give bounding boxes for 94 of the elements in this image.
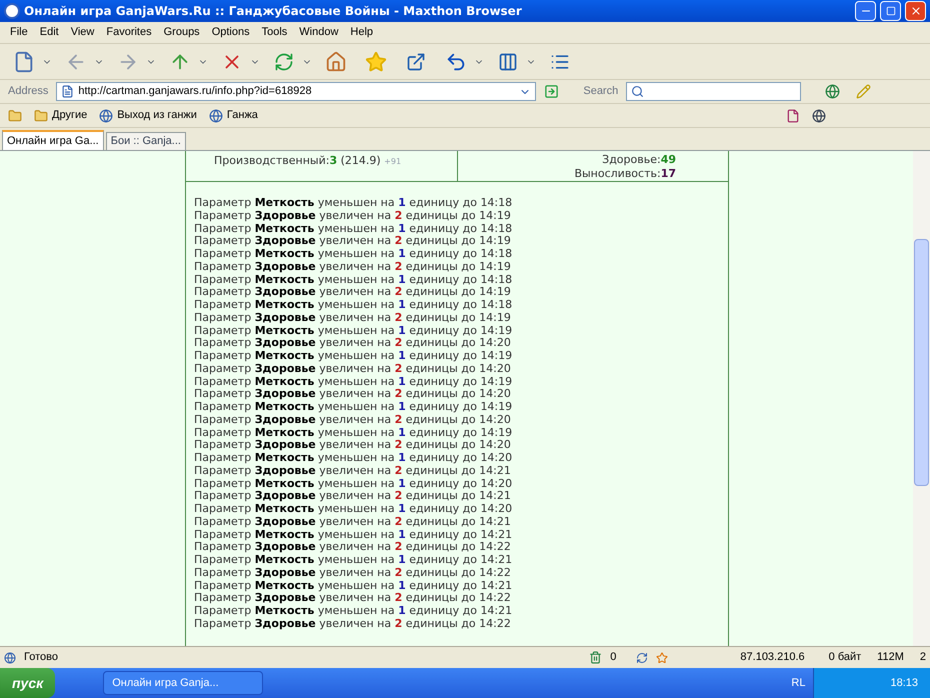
taskbar-item[interactable]: Онлайн игра Ganja... (103, 671, 264, 695)
search-label: Search (583, 84, 618, 100)
close-icon (910, 5, 922, 17)
log-line: Параметр Меткость уменьшен на 1 единицу до 14:20 (194, 503, 514, 516)
window-arrow-icon (406, 52, 426, 72)
log-line: Параметр Меткость уменьшен на 1 единицу до 14:18 (194, 299, 514, 312)
menu-item[interactable]: Help (344, 24, 380, 41)
menu-item[interactable]: Tools (256, 24, 294, 41)
log-line: Параметр Здоровье увеличен на 2 единицы до 14:22 (194, 541, 512, 554)
restore-button[interactable] (880, 1, 901, 21)
language-indicator: RL (791, 676, 806, 691)
log-line: Параметр Здоровье увеличен на 2 единицы до 14:19 (194, 312, 512, 324)
restore-icon (886, 6, 896, 16)
log-line: Параметр Здоровье увеличен на 2 единицы до 14:22 (194, 566, 512, 580)
log-line: Параметр Меткость уменьшен на 1 единицу до 14:19 (194, 426, 514, 440)
log-line: Параметр Меткость уменьшен на 1 единицу до 14:19 (194, 324, 514, 338)
menu-item[interactable]: Groups (158, 24, 206, 41)
start-button[interactable]: пуск (0, 668, 56, 698)
log-line: Параметр Меткость уменьшен на 1 единицу до 14:18 (194, 248, 514, 261)
log-line: Параметр Здоровье увеличен на 2 единицы до 14:22 (194, 618, 512, 630)
log-line: Параметр Меткость уменьшен на 1 единицу до 14:18 (194, 197, 514, 210)
browser-tab[interactable]: Онлайн игра Ga... (2, 130, 104, 150)
page-icon (13, 50, 35, 72)
menu-item[interactable]: File (4, 24, 34, 41)
log-line: Параметр Здоровье увеличен на 2 единицы до 14:20 (194, 388, 512, 401)
globe-icon[interactable] (825, 84, 840, 99)
status-count: 0 (610, 650, 618, 666)
go-icon[interactable] (544, 84, 560, 99)
log-line: Параметр Здоровье увеличен на 2 единицы до 14:20 (194, 439, 512, 452)
link-item[interactable]: Ганжа (226, 107, 258, 124)
log-line: Параметр Меткость уменьшен на 1 единицу до 14:21 (194, 528, 514, 542)
globe-icon (99, 108, 114, 122)
log-line: Параметр Меткость уменьшен на 1 единицу до 14:20 (194, 452, 514, 465)
log-line: Параметр Здоровье увеличен на 2 единицы до 14:19 (194, 286, 512, 299)
globe-icon (208, 108, 223, 122)
page-status-icon (4, 652, 16, 664)
log-line: Параметр Здоровье увеличен на 2 единицы до 14:21 (194, 464, 512, 478)
log-line: Параметр Здоровье увеличен на 2 единицы до 14:20 (194, 337, 512, 350)
page-icon (61, 85, 74, 98)
globe-icon[interactable] (812, 108, 826, 122)
log-line: Параметр Здоровье увеличен на 2 единицы до 14:21 (194, 490, 512, 503)
menu-item[interactable]: Options (206, 24, 256, 41)
star-icon[interactable] (656, 652, 668, 664)
menu-item[interactable]: View (64, 24, 100, 41)
page-count: 2 (920, 650, 926, 666)
folder-icon (34, 108, 48, 122)
stat-line: Здоровье:49 (602, 153, 676, 167)
menu-item[interactable]: Favorites (100, 24, 158, 41)
address-text: http://cartman.ganjawars.ru/info.php?id=618928 (78, 84, 313, 100)
log-line: Параметр Меткость уменьшен на 1 единицу до 14:21 (194, 605, 514, 618)
home-icon (325, 50, 347, 72)
stat-line: Выносливость:17 (574, 167, 676, 181)
traffic-counter: 0 байт (828, 650, 862, 666)
address-field[interactable]: http://cartman.ganjawars.ru/info.php?id=618928 (56, 82, 536, 101)
undo-icon (445, 50, 467, 72)
search-icon (631, 85, 644, 98)
menu-item[interactable]: Window (293, 24, 344, 41)
trash-icon[interactable] (589, 651, 602, 664)
log-line: Параметр Меткость уменьшен на 1 единицу до 14:19 (194, 350, 514, 363)
link-item[interactable]: Другие (52, 107, 88, 124)
memory-usage: 112M (877, 650, 905, 666)
browser-tab[interactable]: Бои :: Ganja... (106, 132, 186, 150)
page-icon[interactable] (786, 108, 800, 122)
log-line: Параметр Меткость уменьшен на 1 единицу до 14:21 (194, 554, 514, 567)
refresh-icon (274, 52, 294, 72)
log-line: Параметр Здоровье увеличен на 2 единицы до 14:19 (194, 260, 512, 274)
close-button[interactable] (905, 1, 926, 21)
address-label: Address (8, 84, 48, 100)
ip-address: 87.103.210.6 (740, 650, 806, 666)
link-item[interactable]: Выход из ганжи (117, 107, 197, 124)
production-stat: Производственный:3 (214.9) +91 (214, 154, 402, 167)
log-line: Параметр Меткость уменьшен на 1 единицу до 14:18 (194, 222, 514, 236)
log-line: Параметр Меткость уменьшен на 1 единицу до 14:19 (194, 376, 514, 388)
log-line: Параметр Здоровье увеличен на 2 единицы до 14:21 (194, 516, 512, 528)
log-line: Параметр Меткость уменьшен на 1 единицу до 14:21 (194, 580, 514, 592)
log-line: Параметр Меткость уменьшен на 1 единицу до 14:18 (194, 274, 514, 286)
log-line: Параметр Здоровье увеличен на 2 единицы до 14:20 (194, 414, 512, 426)
log-line: Параметр Меткость уменьшен на 1 единицу до 14:20 (194, 478, 514, 490)
log-line: Параметр Здоровье увеличен на 2 единицы до 14:19 (194, 210, 512, 222)
window-title: Онлайн игра GanjaWars.Ru :: Ганджубасовые Войны - Maxthon Browser (24, 3, 523, 20)
clock: 18:13 (889, 676, 918, 691)
columns-icon (498, 52, 518, 72)
status-text: Готово (24, 650, 59, 666)
log-line: Параметр Здоровье увеличен на 2 единицы до 14:22 (194, 592, 512, 605)
menu-item[interactable]: Edit (34, 24, 65, 41)
log-line: Параметр Здоровье увеличен на 2 единицы до 14:19 (194, 235, 512, 248)
log-line: Параметр Здоровье увеличен на 2 единицы до 14:20 (194, 362, 512, 376)
search-field[interactable] (626, 82, 802, 101)
sync-icon[interactable] (636, 652, 648, 664)
app-icon (4, 3, 20, 19)
scrollbar[interactable] (913, 151, 930, 646)
minimize-button[interactable] (855, 1, 876, 21)
log-line: Параметр Меткость уменьшен на 1 единицу до 14:19 (194, 401, 514, 414)
star-icon (365, 50, 387, 72)
